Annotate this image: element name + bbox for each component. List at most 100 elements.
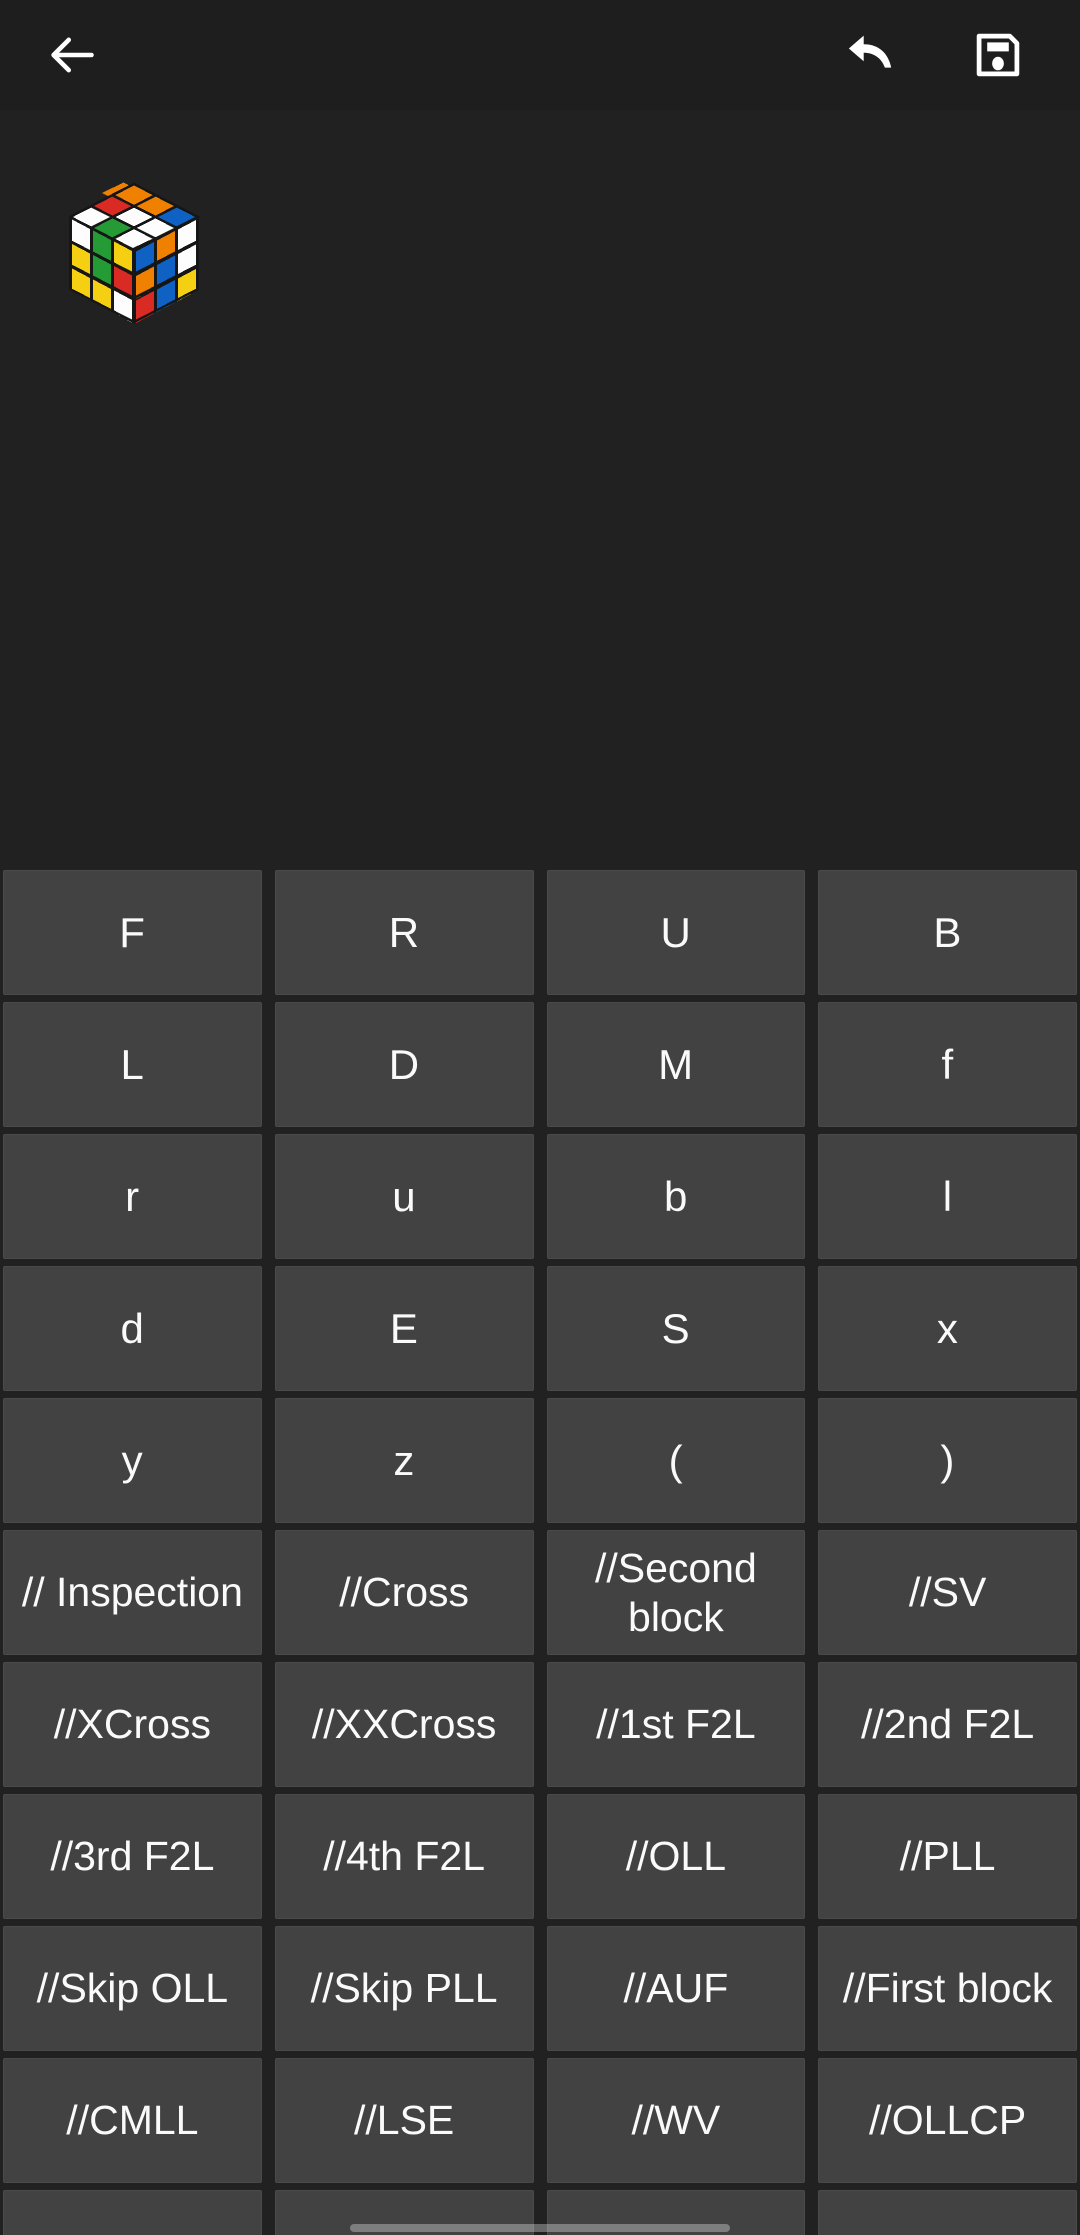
key-label: //2nd F2L: [861, 1701, 1035, 1748]
key-label: (: [668, 1436, 684, 1484]
key-row: //2nd, 3rd: [3, 2190, 1077, 2235]
key-xxcross[interactable]: //XXCross: [274, 1662, 534, 1787]
key-label: //Skip OLL: [36, 1965, 229, 2012]
key-1st-f2l[interactable]: //1st F2L: [546, 1662, 806, 1787]
key-label: // Inspection: [21, 1569, 243, 1616]
key-row: //Skip OLL //Skip PLL //AUF //First block: [3, 1926, 1077, 2051]
key-row: //CMLL //LSE //WV //OLLCP: [3, 2058, 1077, 2183]
key-blank[interactable]: [3, 2190, 262, 2235]
key-xcross[interactable]: //XCross: [3, 1662, 262, 1787]
key-row: rubl: [3, 1134, 1077, 1259]
key-x[interactable]: x: [818, 1266, 1077, 1391]
key-3rd-f2l[interactable]: //3rd F2L: [3, 1794, 262, 1919]
key-sv[interactable]: //SV: [818, 1530, 1077, 1655]
key-2nd-f2l[interactable]: //2nd F2L: [818, 1662, 1077, 1787]
key-label: u: [392, 1172, 417, 1220]
key-label: //OLLCP: [869, 2097, 1027, 2144]
move-keyboard: F R U B L D Mf r u b l d E Sx y z () // Inspection //Cross…: [0, 870, 1080, 2235]
key-4th-f2l[interactable]: //4th F2L: [274, 1794, 534, 1919]
key-label: //XCross: [53, 1701, 211, 1748]
key-f[interactable]: F: [3, 870, 262, 995]
key-s[interactable]: S: [546, 1266, 806, 1391]
key-label: l: [942, 1172, 953, 1220]
key-auf[interactable]: //AUF: [546, 1926, 806, 2051]
key-m[interactable]: M: [546, 1002, 806, 1127]
key-label: //2nd, 3rd: [819, 2228, 1076, 2235]
top-app-bar: [0, 0, 1080, 110]
key-label: //XXCross: [311, 1701, 497, 1748]
key-u[interactable]: u: [274, 1134, 534, 1259]
key-lse[interactable]: //LSE: [274, 2058, 534, 2183]
key-row: //XCross //XXCross //1st F2L //2nd F2L: [3, 1662, 1077, 1787]
key-label: r: [125, 1172, 140, 1220]
key-blank[interactable]: [546, 2190, 806, 2235]
key-label: ): [940, 1436, 955, 1484]
key-label: //AUF: [623, 1965, 729, 2012]
key-label: S: [661, 1304, 691, 1352]
key-skip-oll[interactable]: //Skip OLL: [3, 1926, 262, 2051]
key-row: d E Sx: [3, 1266, 1077, 1391]
key-skip-pll[interactable]: //Skip PLL: [274, 1926, 534, 2051]
key-label: //Skip PLL: [310, 1965, 498, 2012]
key-ollcp[interactable]: //OLLCP: [818, 2058, 1077, 2183]
key-cmll[interactable]: //CMLL: [3, 2058, 262, 2183]
back-button[interactable]: [34, 17, 110, 93]
key-label: L: [120, 1040, 145, 1088]
key-blank[interactable]: (: [546, 1398, 806, 1523]
undo-button[interactable]: [832, 17, 908, 93]
key-l[interactable]: L: [3, 1002, 262, 1127]
key-label: //First block: [842, 1965, 1053, 2012]
key-e[interactable]: E: [274, 1266, 534, 1391]
key-row: L D Mf: [3, 1002, 1077, 1127]
arrow-left-icon: [46, 29, 98, 81]
key-row: //3rd F2L //4th F2L //OLL //PLL: [3, 1794, 1077, 1919]
key-label: z: [393, 1436, 415, 1484]
key-first-block[interactable]: //First block: [818, 1926, 1077, 2051]
save-button[interactable]: [960, 17, 1036, 93]
key-second-block[interactable]: //Second block: [546, 1530, 806, 1655]
key-b[interactable]: b: [546, 1134, 806, 1259]
key-label: M: [658, 1040, 694, 1088]
appbar-left-group: [0, 17, 110, 93]
key-label: //1st F2L: [596, 1701, 756, 1748]
key-blank[interactable]: ): [818, 1398, 1077, 1523]
key-label: b: [663, 1172, 688, 1220]
app-root: F R U B L D Mf r u b l d E Sx y z () // Inspection //Cross…: [0, 0, 1080, 2235]
key-label: y: [121, 1436, 144, 1484]
key-r[interactable]: R: [274, 870, 534, 995]
key-wv[interactable]: //WV: [546, 2058, 806, 2183]
key-b[interactable]: B: [818, 870, 1077, 995]
cube-viewport[interactable]: [0, 110, 1080, 870]
key-label: //SV: [908, 1569, 987, 1616]
key-r[interactable]: r: [3, 1134, 262, 1259]
key-oll[interactable]: //OLL: [546, 1794, 806, 1919]
key-d[interactable]: d: [3, 1266, 262, 1391]
key-label: F: [119, 908, 146, 956]
key-2nd-3rd[interactable]: //2nd, 3rd: [818, 2190, 1077, 2235]
key-label: //3rd F2L: [50, 1833, 215, 1880]
key-label: //CMLL: [66, 2097, 199, 2144]
key-label: d: [120, 1304, 145, 1352]
key-d[interactable]: D: [274, 1002, 534, 1127]
key-label: U: [660, 908, 692, 956]
rubiks-cube-3d-preview[interactable]: [68, 182, 202, 324]
key-u[interactable]: U: [546, 870, 806, 995]
key-inspection[interactable]: // Inspection: [3, 1530, 262, 1655]
key-label: //4th F2L: [323, 1833, 486, 1880]
key-y[interactable]: y: [3, 1398, 262, 1523]
key-label: x: [936, 1304, 959, 1352]
key-pll[interactable]: //PLL: [818, 1794, 1077, 1919]
key-label: //Cross: [339, 1569, 470, 1616]
key-l[interactable]: l: [818, 1134, 1077, 1259]
key-label: //Second block: [594, 1545, 757, 1640]
key-label: f: [941, 1040, 954, 1088]
key-label: //LSE: [353, 2097, 455, 2144]
key-f[interactable]: f: [818, 1002, 1077, 1127]
undo-icon: [843, 28, 897, 82]
key-label: R: [388, 908, 420, 956]
key-cross[interactable]: //Cross: [274, 1530, 534, 1655]
key-label: //OLL: [625, 1833, 727, 1880]
key-blank[interactable]: [274, 2190, 534, 2235]
key-z[interactable]: z: [274, 1398, 534, 1523]
key-label: //PLL: [899, 1833, 996, 1880]
